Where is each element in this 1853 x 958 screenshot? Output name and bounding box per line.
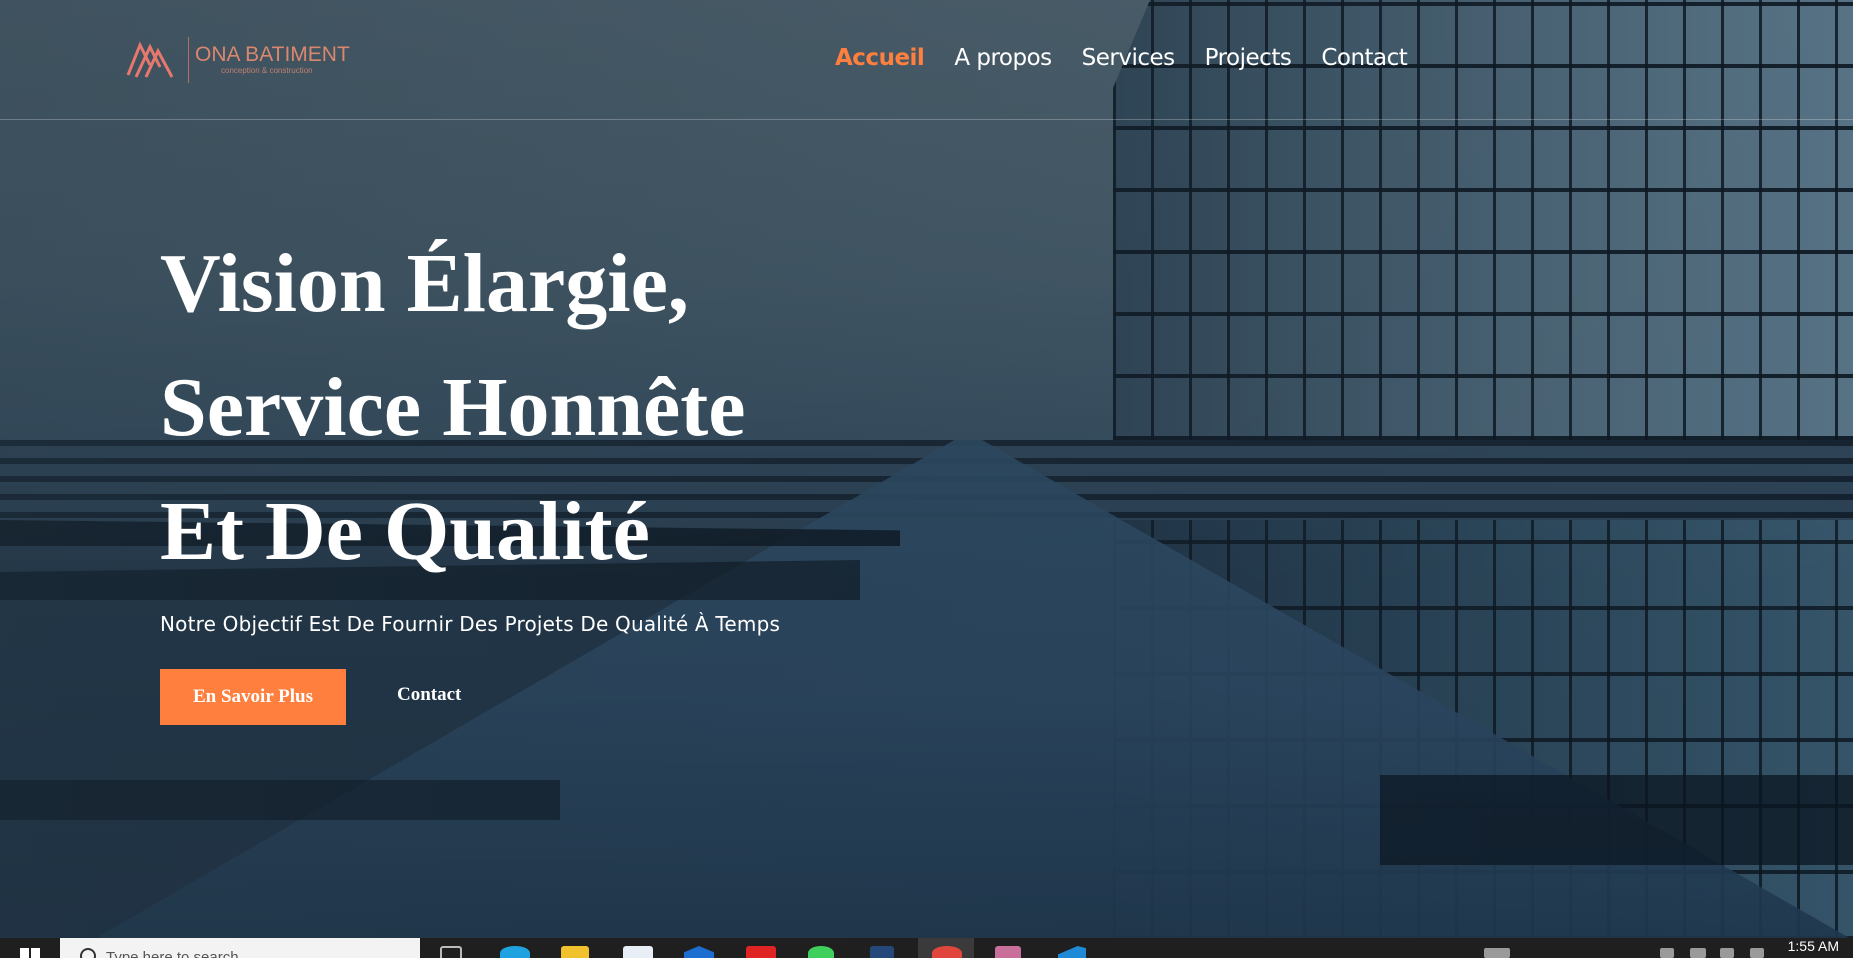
search-icon — [80, 948, 96, 958]
headline-line: Et De Qualité — [160, 485, 650, 578]
contact-link[interactable]: Contact — [397, 684, 461, 706]
start-icon[interactable] — [20, 946, 40, 958]
nav-item-projects[interactable]: Projects — [1205, 44, 1292, 72]
file-explorer-icon[interactable] — [561, 946, 589, 958]
search-placeholder: Type here to search — [106, 949, 239, 958]
vscode-icon[interactable] — [1058, 946, 1086, 958]
nav-item-services[interactable]: Services — [1082, 44, 1176, 72]
brand-name: ONA BATIMENT — [195, 43, 350, 66]
brand-logo[interactable]: ONA BATIMENT conception & construction — [126, 32, 356, 88]
network-icon[interactable] — [1660, 948, 1674, 958]
task-view-icon[interactable] — [440, 946, 462, 958]
taskbar-search[interactable]: Type here to search — [60, 938, 420, 958]
hero-subtitle: Notre Objectif Est De Fournir Des Projet… — [160, 612, 781, 636]
battery-icon[interactable] — [1484, 948, 1510, 958]
volume-icon[interactable] — [1750, 948, 1764, 958]
nav-item-contact[interactable]: Contact — [1321, 44, 1407, 72]
taskbar-clock[interactable]: 1:55 AM — [1788, 938, 1839, 954]
learn-more-button[interactable]: En Savoir Plus — [160, 669, 346, 725]
logo-mountain-icon — [126, 41, 174, 78]
wifi-icon[interactable] — [1720, 948, 1734, 958]
brand-tagline: conception & construction — [221, 66, 313, 75]
headline-line: Vision Élargie, — [160, 237, 689, 330]
logo-text: ONA BATIMENT conception & construction — [195, 44, 350, 76]
logo-divider — [188, 37, 189, 83]
chat-icon[interactable] — [1690, 948, 1706, 958]
edge-icon[interactable] — [500, 946, 530, 958]
cat-app-icon[interactable] — [870, 946, 894, 958]
paint-icon[interactable] — [995, 946, 1021, 958]
chrome-icon[interactable] — [932, 946, 962, 958]
headline-line: Service Honnête — [160, 361, 746, 454]
nav-item-a-propos[interactable]: A propos — [954, 44, 1052, 72]
mail-icon[interactable] — [684, 946, 714, 958]
hero-headline: Vision Élargie, Service Honnête Et De Qu… — [160, 222, 1060, 594]
nav-item-accueil[interactable]: Accueil — [835, 44, 925, 72]
main-nav: Accueil A propos Services Projects Conta… — [835, 44, 1408, 72]
store-icon[interactable] — [623, 946, 653, 958]
app-red-icon[interactable] — [746, 946, 776, 958]
windows-taskbar: Type here to search 1:55 AM — [0, 938, 1853, 958]
whatsapp-icon[interactable] — [808, 946, 834, 958]
site-header: ONA BATIMENT conception & construction A… — [0, 0, 1853, 120]
